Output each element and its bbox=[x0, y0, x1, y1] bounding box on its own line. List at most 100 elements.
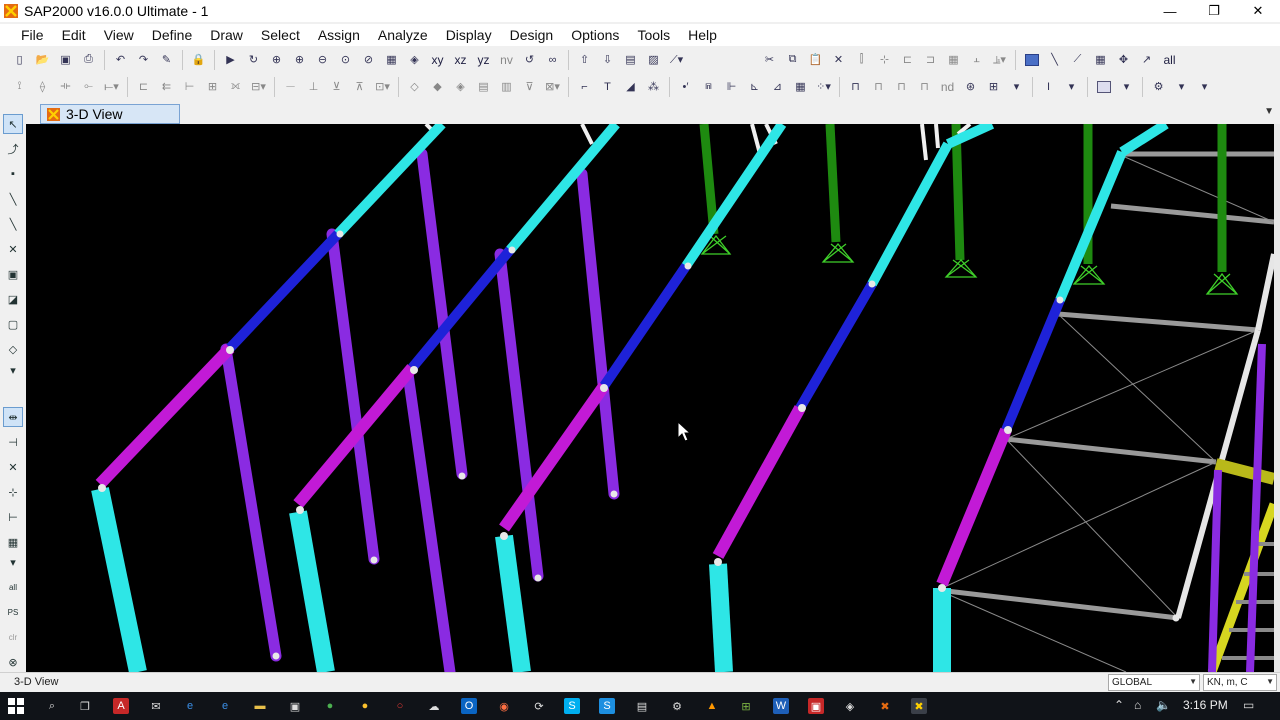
load-dropdown-icon[interactable]: ⊠▾ bbox=[543, 77, 563, 97]
edge-icon[interactable]: e bbox=[182, 698, 198, 714]
show-deformed-icon[interactable]: ⌐ bbox=[575, 77, 595, 97]
draw-area-icon[interactable]: ⊞ bbox=[984, 77, 1004, 97]
select-plane-icon[interactable]: ⊹ bbox=[3, 482, 23, 502]
save-icon[interactable]: ▣ bbox=[56, 50, 76, 70]
area-load-icon[interactable]: ◈ bbox=[451, 77, 471, 97]
menu-view[interactable]: View bbox=[95, 27, 143, 43]
internet-explorer-icon[interactable]: e bbox=[217, 698, 233, 714]
xz-view-button[interactable]: xz bbox=[451, 50, 471, 70]
edit-points-dropdown-icon[interactable]: ⫡▾ bbox=[990, 50, 1010, 70]
open-icon[interactable]: 📂 bbox=[33, 50, 53, 70]
merge-icon[interactable]: ▦ bbox=[944, 50, 964, 70]
menu-select[interactable]: Select bbox=[252, 27, 309, 43]
yz-view-button[interactable]: yz bbox=[474, 50, 494, 70]
frame-release-icon[interactable]: ⇇ bbox=[157, 77, 177, 97]
title-bar[interactable]: SAP2000 v16.0.0 Ultimate - 1 — ❐ ✕ bbox=[0, 0, 1280, 22]
load-pattern-icon[interactable]: ▥ bbox=[497, 77, 517, 97]
run-analysis-icon[interactable]: ▶ bbox=[221, 50, 241, 70]
get-previous-icon[interactable]: ⊗ bbox=[3, 652, 23, 672]
menu-help[interactable]: Help bbox=[679, 27, 726, 43]
paste-icon[interactable]: 📋 bbox=[806, 50, 826, 70]
menu-tools[interactable]: Tools bbox=[628, 27, 679, 43]
menu-draw[interactable]: Draw bbox=[201, 27, 252, 43]
skype-icon[interactable]: S bbox=[564, 698, 580, 714]
chrome-icon[interactable]: ● bbox=[322, 698, 338, 714]
cut-icon[interactable]: ✂ bbox=[760, 50, 780, 70]
zoom-window-icon[interactable]: ⊕ bbox=[267, 50, 287, 70]
design-steel-dropdown-icon[interactable]: ▾ bbox=[1062, 77, 1082, 97]
pointer-icon[interactable]: ↖ bbox=[3, 114, 23, 134]
vlc-icon[interactable]: ▲ bbox=[704, 698, 720, 714]
skype-business-icon[interactable]: S bbox=[599, 698, 615, 714]
settings-app-icon[interactable]: ⚙ bbox=[669, 698, 685, 714]
zoom-in-icon[interactable]: ⊕ bbox=[290, 50, 310, 70]
frame-dropdown-icon[interactable]: ⊟▾ bbox=[249, 77, 269, 97]
menu-options[interactable]: Options bbox=[562, 27, 628, 43]
xy-view-button[interactable]: xy bbox=[428, 50, 448, 70]
copy-icon[interactable]: ⧉ bbox=[783, 50, 803, 70]
select-prev-icon[interactable]: ⊢ bbox=[3, 507, 23, 527]
refresh-window-icon[interactable]: ✎ bbox=[157, 50, 177, 70]
reshaper-icon[interactable]: ⤴ bbox=[3, 139, 23, 159]
load-case-icon[interactable]: ⊽ bbox=[520, 77, 540, 97]
dropbox-icon[interactable]: ◈ bbox=[842, 698, 858, 714]
pan-icon[interactable]: ⊘ bbox=[359, 50, 379, 70]
draw-poly-area-icon[interactable]: ◪ bbox=[3, 289, 23, 309]
frame-load-icon[interactable]: ◆ bbox=[428, 77, 448, 97]
area-stiffness-icon[interactable]: ⊼ bbox=[350, 77, 370, 97]
opera-icon[interactable]: ○ bbox=[392, 698, 408, 714]
nv-view-button[interactable]: nv bbox=[497, 50, 517, 70]
show-energy-icon[interactable]: ⊿ bbox=[768, 77, 788, 97]
set-display-options-icon[interactable]: ▤ bbox=[621, 50, 641, 70]
network-status-icon[interactable]: ⌂ bbox=[1134, 698, 1141, 712]
acrobat-icon[interactable]: A bbox=[113, 698, 129, 714]
nd-label[interactable]: nd bbox=[938, 77, 958, 97]
design-concrete-icon[interactable] bbox=[1094, 77, 1114, 97]
sap2000-taskbar-icon[interactable]: ✖ bbox=[911, 698, 927, 714]
draw-special-joint-icon[interactable]: ⊛ bbox=[961, 77, 981, 97]
design-aluminum-icon[interactable]: ⚙ bbox=[1149, 77, 1169, 97]
show-forces-icon[interactable]: T bbox=[598, 77, 618, 97]
quick-draw-secondary-icon[interactable]: ▣ bbox=[3, 264, 23, 284]
undo-icon[interactable]: ↶ bbox=[111, 50, 131, 70]
select-cross-icon[interactable]: ✕ bbox=[3, 457, 23, 477]
tab-3d-view[interactable]: 3-D View bbox=[40, 104, 180, 124]
perspective-toggle-icon[interactable]: ∞ bbox=[543, 50, 563, 70]
show-section-cuts-icon[interactable]: ▦ bbox=[791, 77, 811, 97]
previous-selection-button[interactable]: PS bbox=[3, 602, 23, 622]
menu-analyze[interactable]: Analyze bbox=[369, 27, 437, 43]
outlook-icon[interactable]: O bbox=[461, 698, 477, 714]
move-down-icon[interactable]: ⇩ bbox=[598, 50, 618, 70]
snap-dropdown-icon[interactable]: ✥ bbox=[1114, 50, 1134, 70]
design-steel-icon[interactable]: I bbox=[1039, 77, 1059, 97]
design-concrete-dropdown-icon[interactable]: ▾ bbox=[1117, 77, 1137, 97]
coordinate-system-select[interactable]: GLOBAL ▼ bbox=[1108, 674, 1200, 691]
draw-frame-tool-icon[interactable]: ╲ bbox=[3, 189, 23, 209]
frame-section-icon[interactable]: ⊏ bbox=[134, 77, 154, 97]
select-grid-icon[interactable]: ▦ bbox=[3, 532, 23, 552]
frame-local-axes-icon[interactable]: ⟗ bbox=[226, 77, 246, 97]
assign-constraint-icon[interactable]: ⟛ bbox=[56, 77, 76, 97]
etabs-icon[interactable]: ✖ bbox=[877, 698, 893, 714]
rubber-band-zoom-icon[interactable]: ↻ bbox=[244, 50, 264, 70]
replicate-icon[interactable]: ⫿ bbox=[852, 50, 872, 70]
close-button[interactable]: ✕ bbox=[1236, 0, 1280, 22]
joint-dropdown-icon[interactable]: ⟝▾ bbox=[102, 77, 122, 97]
frame-offset-icon[interactable]: ⊢ bbox=[180, 77, 200, 97]
menu-design[interactable]: Design bbox=[501, 27, 563, 43]
snap-intersections-icon[interactable]: ⟋ bbox=[1068, 50, 1088, 70]
volume-icon[interactable]: 🔈 bbox=[1156, 698, 1171, 712]
rotate-3d-icon[interactable]: ↺ bbox=[520, 50, 540, 70]
assign-mass-icon[interactable]: ⟜ bbox=[79, 77, 99, 97]
perspective-icon[interactable]: ◈ bbox=[405, 50, 425, 70]
snap-lines-icon[interactable]: ╲ bbox=[1045, 50, 1065, 70]
notifications-icon[interactable]: ▭ bbox=[1243, 698, 1254, 712]
show-stresses-icon[interactable]: ◢ bbox=[621, 77, 641, 97]
area-section-icon[interactable]: ⊻ bbox=[327, 77, 347, 97]
show-virtual-work-icon[interactable]: ⁂ bbox=[644, 77, 664, 97]
vpn-icon[interactable]: ⟳ bbox=[531, 698, 547, 714]
menu-define[interactable]: Define bbox=[143, 27, 201, 43]
zoom-out-icon[interactable]: ⊖ bbox=[313, 50, 333, 70]
print-icon[interactable]: ⎙ bbox=[79, 50, 99, 70]
move-up-icon[interactable]: ⇧ bbox=[575, 50, 595, 70]
